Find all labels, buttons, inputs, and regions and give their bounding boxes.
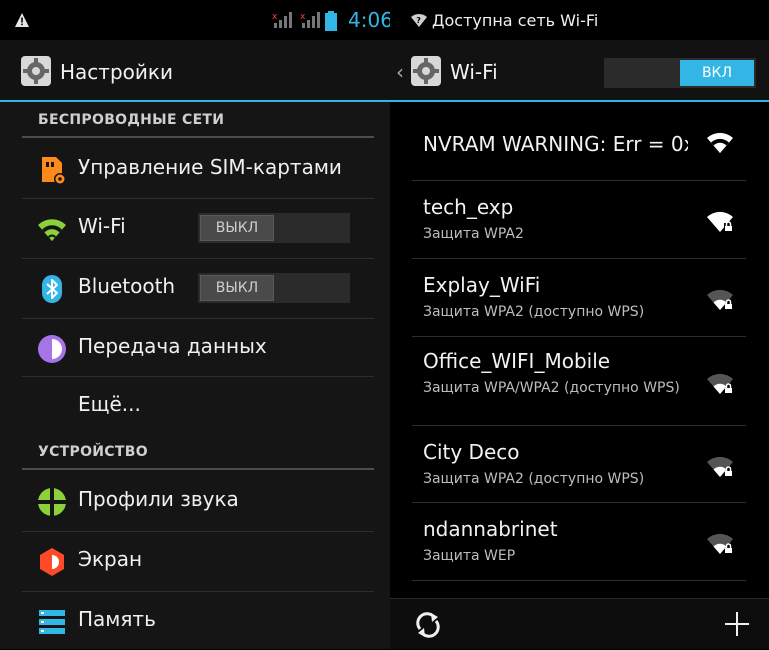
network-ssid: NVRAM WARNING: Err = 0x — [423, 132, 688, 156]
wifi-action-bar: ‹ Wi-Fi ВКЛ — [390, 40, 769, 102]
more-item[interactable]: Ещё... — [22, 377, 374, 435]
status-bar-left: x x 4:06 — [0, 0, 393, 40]
wifi-signal-locked-icon — [707, 211, 733, 232]
display-item[interactable]: Экран — [22, 532, 374, 590]
sim-card-icon — [42, 157, 66, 185]
scan-refresh-icon[interactable] — [414, 611, 442, 639]
wifi-toggle[interactable]: ВЫКЛ — [198, 213, 350, 243]
back-chevron-icon[interactable]: ‹ — [396, 60, 404, 84]
display-label: Экран — [78, 547, 143, 571]
wifi-icon — [38, 219, 66, 241]
svg-text:x: x — [272, 12, 278, 22]
network-security: Защита WPA2 (доступно WPS) — [423, 304, 645, 320]
bottom-action-bar — [390, 598, 769, 649]
network-ssid: tech_exp — [423, 195, 514, 219]
section-wireless: БЕСПРОВОДНЫЕ СЕТИ — [38, 112, 225, 128]
wifi-signal-locked-icon — [707, 289, 733, 310]
bluetooth-item[interactable]: Bluetooth ВЫКЛ — [22, 259, 374, 317]
settings-app-icon[interactable] — [410, 55, 442, 87]
settings-pane: x x 4:06 Настройки БЕСПРОВОДНЫЕ СЕТИ Упр… — [0, 0, 393, 650]
battery-icon — [325, 11, 337, 31]
network-ssid: City Deco — [423, 440, 520, 464]
network-item[interactable]: Explay_WiFi Защита WPA2 (доступно WPS) — [390, 259, 769, 337]
add-network-icon[interactable] — [724, 611, 750, 637]
svg-text:x: x — [300, 12, 306, 22]
status-bar-right: ? Доступна сеть Wi-Fi — [390, 0, 769, 40]
warning-icon — [15, 13, 29, 27]
wifi-signal-locked-icon — [707, 533, 733, 554]
network-security: Защита WPA2 — [423, 226, 524, 242]
wifi-pane: ? Доступна сеть Wi-Fi ‹ Wi-Fi ВКЛ NVRAM … — [390, 0, 769, 649]
wifi-signal-locked-icon — [707, 456, 733, 477]
network-item[interactable]: Office_WIFI_Mobile Защита WPA/WPA2 (дост… — [390, 337, 769, 427]
network-security: Защита WPA/WPA2 (доступно WPS) — [423, 380, 680, 396]
wifi-master-toggle[interactable]: ВКЛ — [604, 58, 756, 88]
network-security: Защита WEP — [423, 548, 516, 564]
display-icon — [40, 548, 64, 576]
section-divider — [22, 468, 374, 470]
bluetooth-toggle[interactable]: ВЫКЛ — [198, 273, 350, 303]
wifi-title: Wi-Fi — [450, 60, 498, 84]
wifi-signal-locked-icon — [707, 373, 733, 394]
wifi-master-toggle-on: ВКЛ — [680, 60, 754, 86]
network-ssid: Explay_WiFi — [423, 273, 541, 297]
section-device: УСТРОЙСТВО — [38, 444, 148, 460]
data-usage-item[interactable]: Передача данных — [22, 319, 374, 377]
wifi-toggle-off: ВЫКЛ — [200, 215, 274, 241]
bluetooth-icon — [42, 275, 62, 303]
sound-profiles-item[interactable]: Профили звука — [22, 472, 374, 530]
bluetooth-label: Bluetooth — [78, 274, 176, 298]
list-divider — [412, 580, 746, 581]
sim-management-item[interactable]: Управление SIM-картами — [22, 140, 374, 198]
storage-icon — [39, 610, 65, 634]
wifi-signal-strong-icon — [707, 132, 733, 153]
wifi-label: Wi-Fi — [78, 214, 126, 238]
network-item[interactable]: NVRAM WARNING: Err = 0x — [390, 102, 769, 180]
sound-profiles-label: Профили звука — [78, 487, 239, 511]
network-item[interactable]: tech_exp Защита WPA2 — [390, 181, 769, 259]
settings-title: Настройки — [60, 60, 173, 84]
settings-action-bar: Настройки — [0, 40, 390, 102]
notification-text: Доступна сеть Wi-Fi — [432, 11, 599, 30]
storage-label: Память — [78, 607, 156, 631]
sound-profiles-icon — [38, 488, 66, 516]
wifi-available-notification-icon: ? — [411, 13, 427, 27]
sim-management-label: Управление SIM-картами — [78, 155, 342, 179]
signal-sim1-icon: x — [272, 12, 292, 28]
network-ssid: ndannabrinet — [423, 517, 558, 541]
data-usage-label: Передача данных — [78, 334, 267, 358]
network-item[interactable]: ndannabrinet Защита WEP — [390, 503, 769, 581]
settings-app-icon[interactable] — [20, 55, 52, 87]
network-item[interactable]: City Deco Защита WPA2 (доступно WPS) — [390, 426, 769, 504]
clock: 4:06 — [348, 8, 393, 32]
section-divider — [22, 136, 374, 138]
more-label: Ещё... — [78, 392, 141, 416]
network-security: Защита WPA2 (доступно WPS) — [423, 471, 645, 487]
wifi-item[interactable]: Wi-Fi ВЫКЛ — [22, 199, 374, 257]
signal-sim2-icon: x — [300, 12, 320, 28]
svg-text:?: ? — [416, 16, 421, 25]
network-ssid: Office_WIFI_Mobile — [423, 349, 611, 373]
bluetooth-toggle-off: ВЫКЛ — [200, 275, 274, 301]
storage-item[interactable]: Память — [22, 592, 374, 650]
data-usage-icon — [38, 335, 66, 363]
